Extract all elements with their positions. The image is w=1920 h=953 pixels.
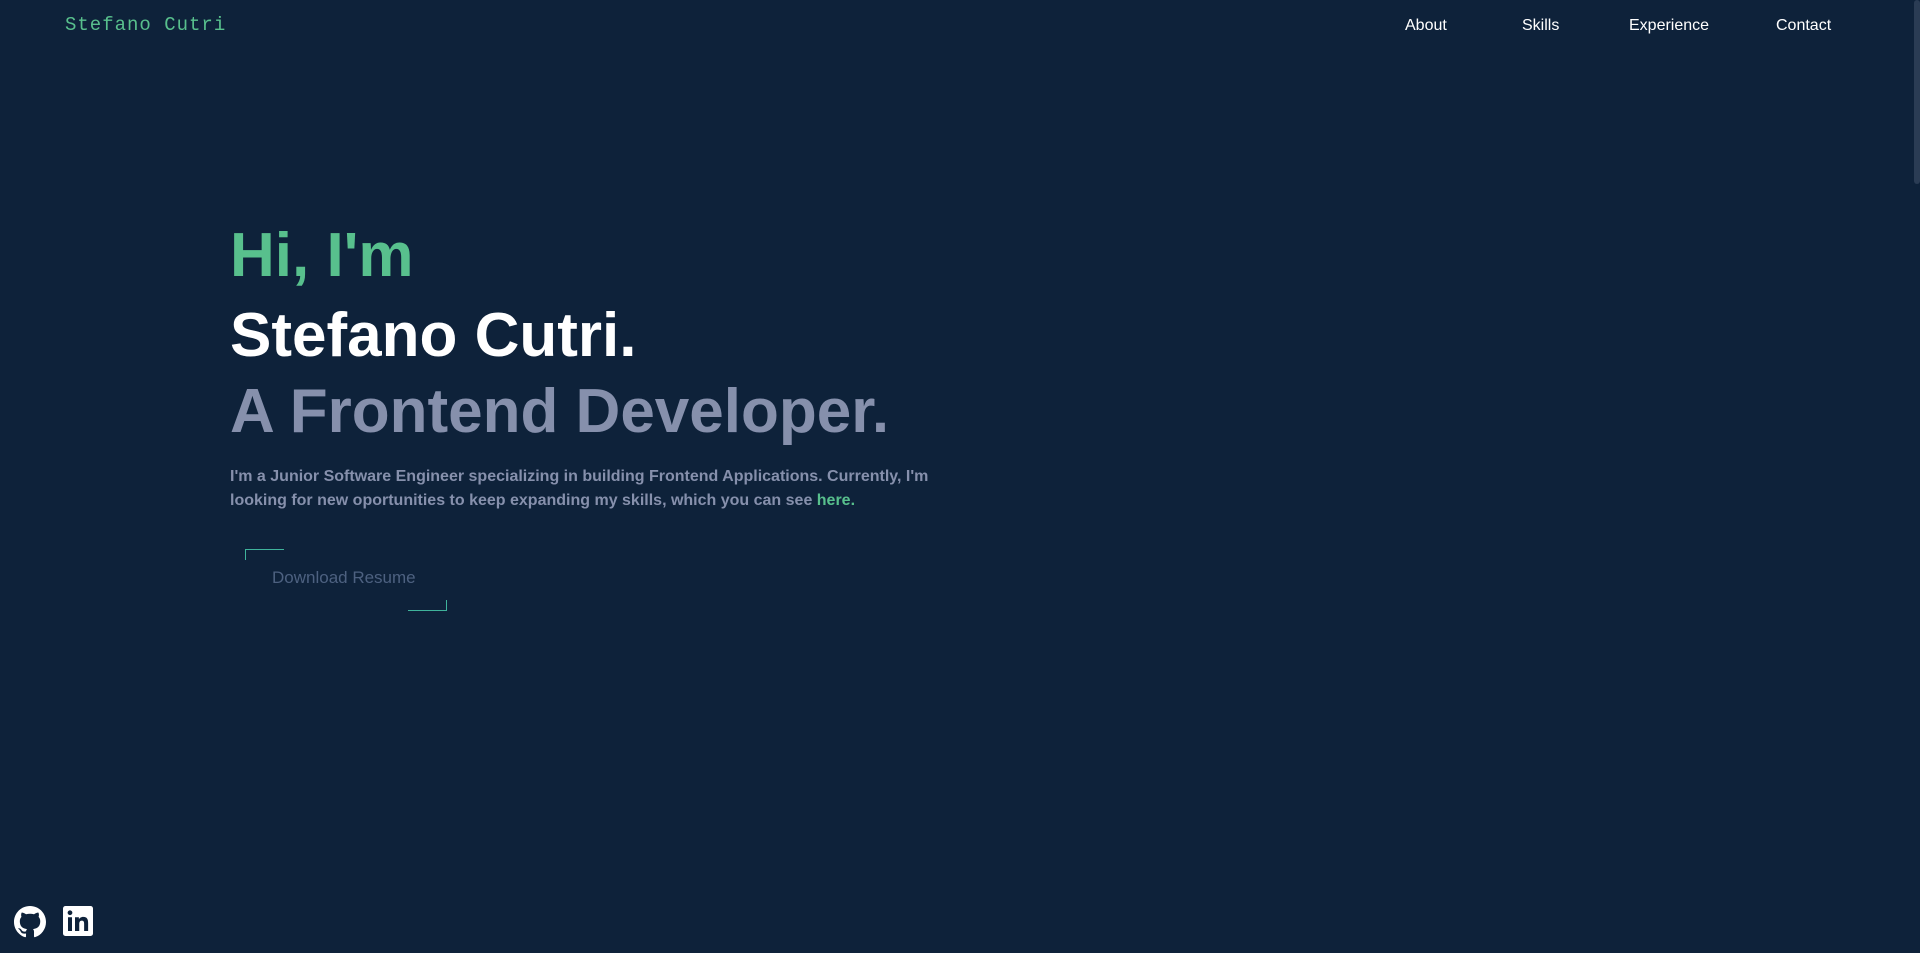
linkedin-icon-graphic: [63, 906, 93, 936]
nav-link-experience[interactable]: Experience: [1629, 17, 1709, 35]
top-navigation-bar: Stefano Cutri About Skills Experience Co…: [0, 0, 1920, 54]
nav-link-about[interactable]: About: [1405, 17, 1447, 35]
skills-here-link[interactable]: here.: [817, 492, 855, 509]
hero-name: Stefano Cutri.: [230, 301, 637, 370]
hero-greeting: Hi, I'm: [230, 221, 414, 290]
button-corner-bottom-right: [408, 600, 447, 611]
github-icon[interactable]: [14, 906, 46, 938]
download-resume-label: Download Resume: [272, 568, 416, 587]
github-icon-graphic: [14, 906, 46, 938]
scrollbar-thumb[interactable]: [1914, 0, 1920, 184]
nav-link-skills[interactable]: Skills: [1522, 17, 1559, 35]
brand-logo-link[interactable]: Stefano Cutri: [65, 14, 226, 36]
linkedin-icon[interactable]: [63, 906, 95, 938]
download-resume-button[interactable]: Download Resume: [245, 549, 447, 611]
page-scrollbar[interactable]: [1910, 0, 1920, 953]
button-corner-top-left: [245, 549, 284, 560]
hero-role: A Frontend Developer.: [230, 377, 890, 446]
hero-intro-paragraph: I'm a Junior Software Engineer specializ…: [230, 465, 970, 513]
nav-link-contact[interactable]: Contact: [1776, 17, 1831, 35]
